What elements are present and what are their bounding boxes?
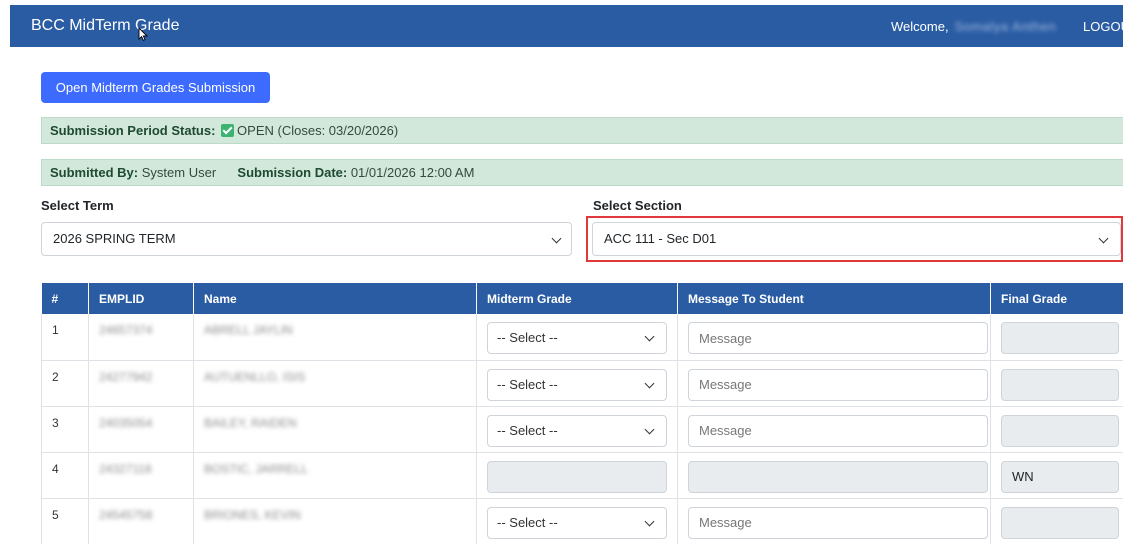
table-row: 5 24545758 BRIONES, KEVIN -- Select -- <box>41 498 1123 544</box>
chevron-down-icon <box>644 331 655 342</box>
submission-info-alert: Submitted By: System User Submission Dat… <box>41 159 1123 186</box>
submission-date-label: Submission Date: <box>237 165 348 180</box>
name-cell: AUTUENLLO, ISIS <box>193 360 477 407</box>
name-cell: BOSTIC, JARRELL <box>193 452 477 499</box>
emplid-cell: 24657374 <box>88 314 194 361</box>
emplid-cell: 24545758 <box>88 498 194 544</box>
midterm-grade-select[interactable]: -- Select -- <box>487 414 667 447</box>
table-header-row: # EMPLID Name Midterm Grade Message To S… <box>41 283 1123 314</box>
final-grade-field <box>1001 322 1119 354</box>
message-input[interactable] <box>688 414 988 447</box>
message-input[interactable] <box>688 368 988 401</box>
term-select[interactable]: 2026 SPRING TERM <box>41 222 572 256</box>
midterm-grade-select[interactable]: -- Select -- <box>487 506 667 539</box>
section-select[interactable]: ACC 111 - Sec D01 <box>592 222 1121 256</box>
chevron-down-icon <box>644 424 655 434</box>
status-value: OPEN (Closes: 03/20/2026) <box>237 123 399 138</box>
open-midterm-grades-submission-button[interactable]: Open Midterm Grades Submission <box>41 72 270 103</box>
emplid-cell: 24327118 <box>88 452 194 499</box>
submitted-by-value: System User <box>141 165 217 180</box>
mouse-cursor-icon <box>138 27 149 41</box>
table-row: 1 24657374 ABRELL JAYLIN -- Select -- <box>41 314 1123 361</box>
table-row: 3 24035054 BAILEY, RAIDEN -- Select -- <box>41 406 1123 453</box>
app-brand[interactable]: BCC MidTerm Grade <box>31 17 179 35</box>
final-grade-field <box>1001 414 1119 447</box>
submission-date-value: 01/01/2026 12:00 AM <box>350 165 475 180</box>
col-header-midterm-grade: Midterm Grade <box>476 283 678 314</box>
message-disabled <box>688 460 988 493</box>
row-number: 3 <box>41 406 89 453</box>
name-cell: BRIONES, KEVIN <box>193 498 477 544</box>
message-input[interactable] <box>688 322 988 354</box>
chevron-down-icon <box>1098 233 1109 244</box>
name-cell: ABRELL JAYLIN <box>193 314 477 361</box>
final-grade-field <box>1001 506 1119 539</box>
status-label: Submission Period Status: <box>50 123 216 138</box>
col-header-message: Message To Student <box>677 283 991 314</box>
section-selected-value: ACC 111 - Sec D01 <box>604 231 717 246</box>
col-header-final-grade: Final Grade <box>990 283 1123 314</box>
user-name: Somalya Anthen <box>954 19 1057 34</box>
col-header-name: Name <box>193 283 477 314</box>
emplid-cell: 24277942 <box>88 360 194 407</box>
check-icon <box>221 124 235 137</box>
top-navbar: BCC MidTerm Grade Welcome, Somalya Anthen… <box>10 5 1123 47</box>
select-term-label: Select Term <box>41 198 114 213</box>
chevron-down-icon <box>551 233 562 244</box>
table-row: 4 24327118 BOSTIC, JARRELL WN <box>41 452 1123 499</box>
row-number: 2 <box>41 360 89 407</box>
chevron-down-icon <box>644 378 655 388</box>
logout-link[interactable]: LOGOUT <box>1083 19 1123 34</box>
col-header-emplid: EMPLID <box>88 283 194 314</box>
emplid-cell: 24035054 <box>88 406 194 453</box>
message-input[interactable] <box>688 506 988 539</box>
welcome-text: Welcome, Somalya Anthen <box>891 19 1057 34</box>
select-section-label: Select Section <box>593 198 682 213</box>
midterm-grade-select[interactable]: -- Select -- <box>487 322 667 354</box>
term-selected-value: 2026 SPRING TERM <box>53 231 176 246</box>
table-row: 2 24277942 AUTUENLLO, ISIS -- Select -- <box>41 360 1123 407</box>
row-number: 4 <box>41 452 89 499</box>
midterm-grade-select[interactable]: -- Select -- <box>487 368 667 401</box>
final-grade-field <box>1001 368 1119 401</box>
midterm-grade-disabled <box>487 460 667 493</box>
final-grade-field: WN <box>1001 460 1119 493</box>
name-cell: BAILEY, RAIDEN <box>193 406 477 453</box>
row-number: 1 <box>41 314 89 361</box>
chevron-down-icon <box>644 516 655 526</box>
grades-table: # EMPLID Name Midterm Grade Message To S… <box>41 283 1123 544</box>
submission-status-alert: Submission Period Status: OPEN (Closes: … <box>41 117 1123 144</box>
submitted-by-label: Submitted By: <box>50 165 139 180</box>
col-header-number: # <box>41 283 89 314</box>
row-number: 5 <box>41 498 89 544</box>
